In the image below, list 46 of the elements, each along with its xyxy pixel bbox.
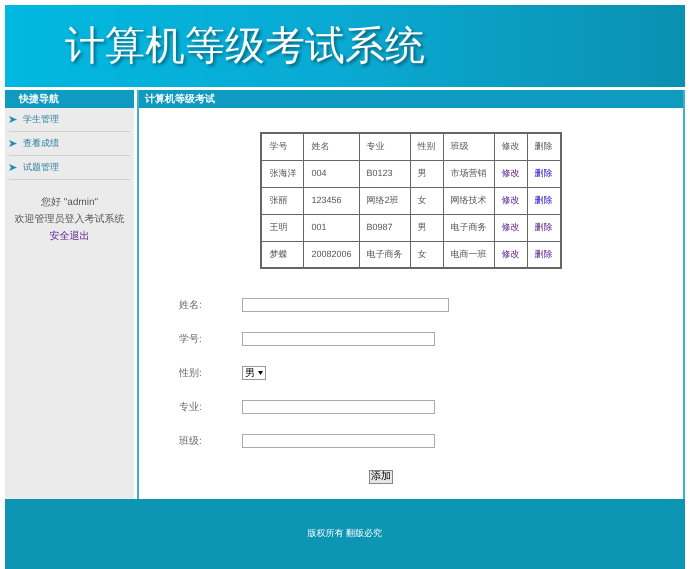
field-label: 性别: [179, 366, 203, 380]
table-cell: B0123 [359, 160, 410, 187]
column-header: 学号 [261, 133, 304, 160]
sidebar-item[interactable]: 学生管理 [9, 108, 130, 132]
table-cell: 男 [410, 214, 444, 241]
greeting-text: 您好 "admin" [40, 196, 98, 210]
table-cell: 电子商务 [443, 214, 494, 241]
caret-icon [258, 371, 263, 375]
copyright-text: 版权所有 翻版必究 [308, 527, 382, 540]
arrow-icon [9, 116, 17, 123]
table-cell: 男 [410, 160, 444, 187]
gender-select[interactable]: 男 [242, 366, 266, 380]
input-field[interactable] [242, 434, 435, 448]
table-cell: 004 [304, 160, 360, 187]
table-cell: 网络2班 [359, 187, 410, 214]
table-cell: B0987 [359, 214, 410, 241]
table-cell: 张丽 [261, 187, 304, 214]
field-label: 班级: [179, 434, 203, 448]
field-label: 专业: [179, 400, 203, 414]
arrow-icon [9, 164, 17, 171]
table-cell: 网络技术 [443, 187, 494, 214]
arrow-icon [9, 140, 17, 147]
column-header: 性别 [410, 133, 444, 160]
input-field[interactable] [242, 332, 435, 346]
table-cell: 女 [410, 187, 444, 214]
welcome-text: 欢迎管理员登入考试系统 [14, 212, 124, 227]
column-header: 班级 [443, 133, 494, 160]
site-title: 计算机等级考试系统 [65, 26, 425, 66]
logout-link[interactable]: 安全退出 [50, 228, 90, 245]
column-header: 姓名 [304, 133, 360, 160]
panel-header: 计算机等级考试 [139, 90, 683, 108]
table-cell: 123456 [304, 187, 360, 214]
input-field[interactable] [242, 298, 449, 312]
table-cell: 市场营销 [443, 160, 494, 187]
add-button[interactable]: 添加 [369, 470, 393, 484]
field-label: 姓名: [179, 298, 203, 312]
table-cell: 001 [304, 214, 360, 241]
sidebar-item[interactable]: 试题管理 [9, 156, 130, 180]
field-label: 学号: [179, 332, 203, 346]
column-header: 修改 [494, 133, 528, 160]
sidebar-header: 快捷导航 [5, 90, 134, 108]
input-field[interactable] [242, 400, 435, 414]
sidebar-item[interactable]: 查看成绩 [9, 132, 130, 156]
column-header: 专业 [359, 133, 410, 160]
table-cell: 张海洋 [261, 160, 304, 187]
table-cell: 王明 [261, 214, 304, 241]
